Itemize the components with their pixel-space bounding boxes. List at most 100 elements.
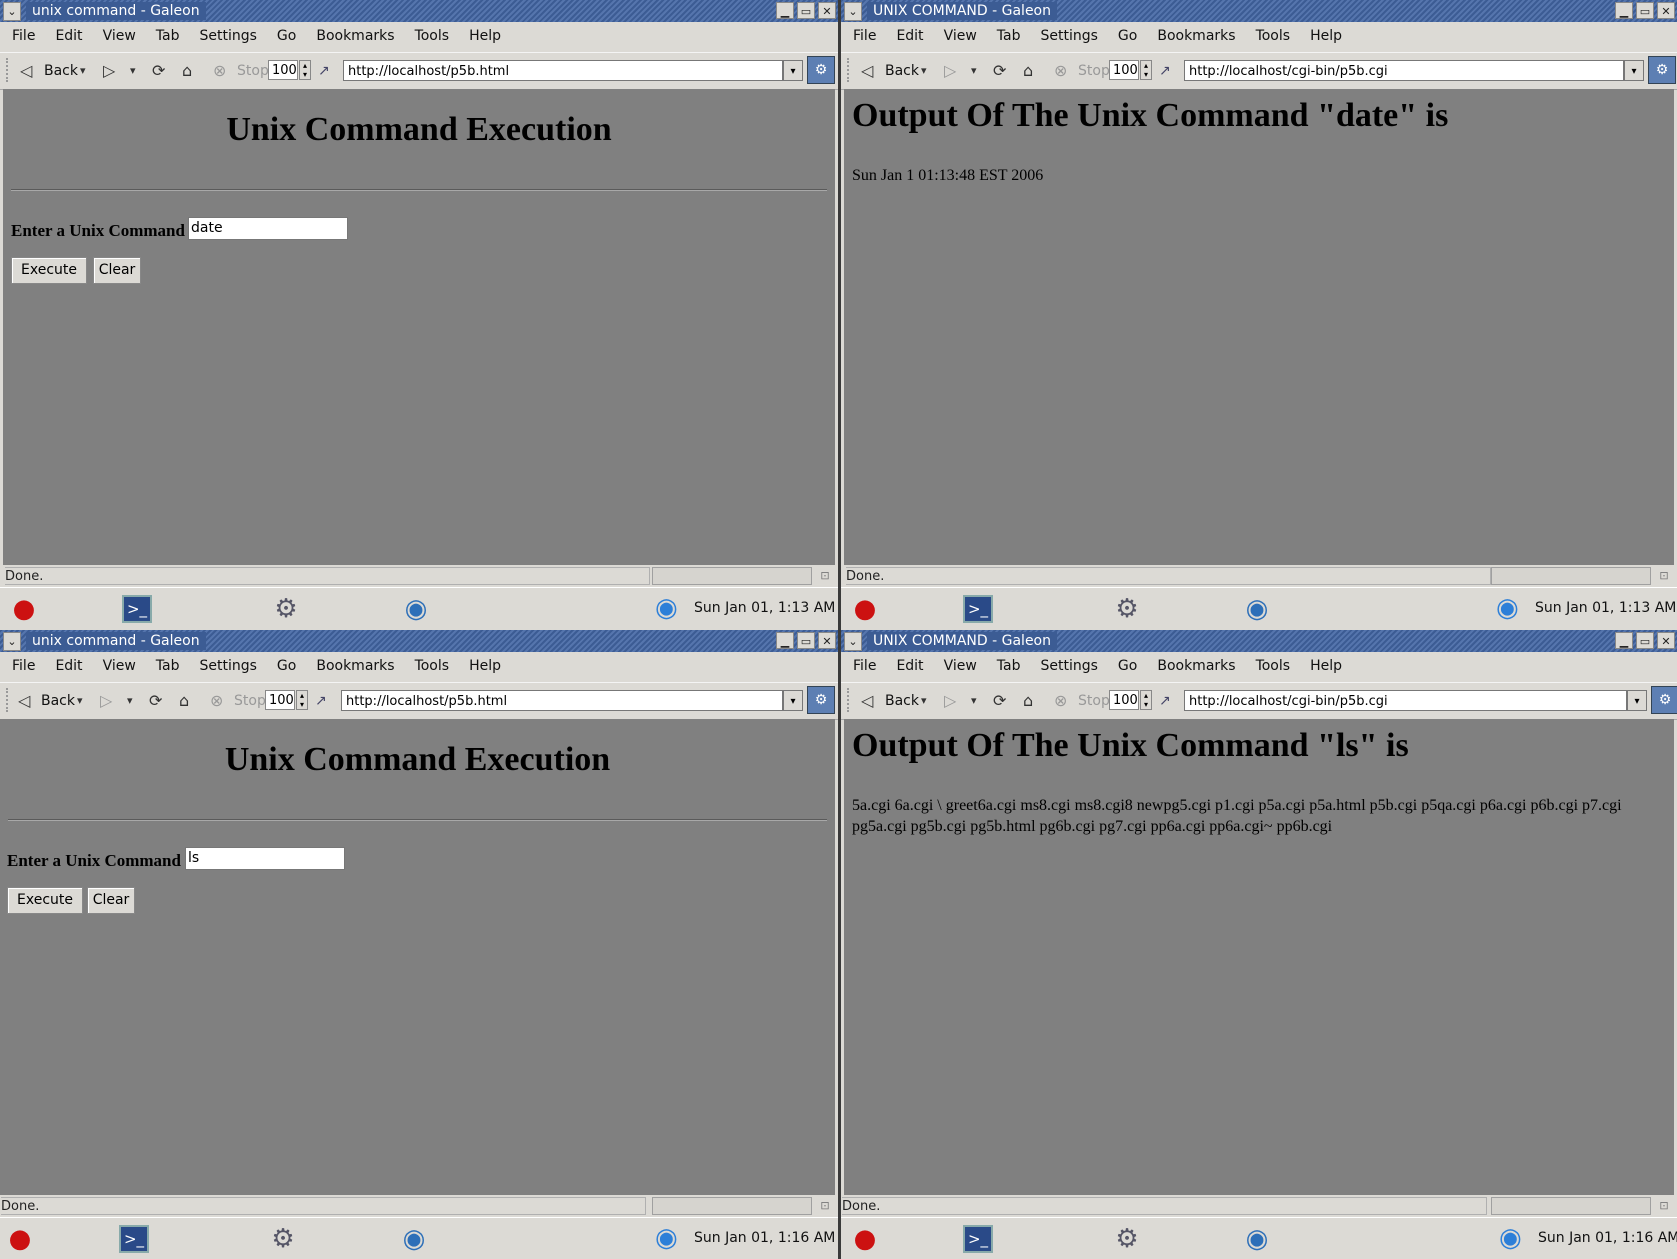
menu-tab[interactable]: Tab bbox=[156, 28, 180, 44]
execute-button[interactable]: Execute bbox=[7, 887, 83, 914]
back-icon[interactable]: ◁ bbox=[861, 61, 873, 81]
terminal-icon[interactable]: >_ bbox=[963, 595, 993, 623]
menu-help[interactable]: Help bbox=[1310, 28, 1342, 44]
url-input[interactable]: http://localhost/p5b.html bbox=[341, 690, 783, 711]
menu-go[interactable]: Go bbox=[1118, 658, 1137, 674]
panel-clock[interactable]: Sun Jan 01, 1:16 AM bbox=[694, 1230, 835, 1246]
zoom-spinner[interactable]: ▴ ▾ bbox=[296, 690, 308, 710]
zoom-field[interactable]: 100 bbox=[1109, 60, 1139, 80]
settings-gear-icon[interactable]: ⚙ bbox=[1109, 1222, 1145, 1256]
url-history-dropdown-icon[interactable]: ▾ bbox=[783, 690, 803, 711]
minimize-icon[interactable]: ▁ bbox=[1615, 2, 1633, 19]
menu-edit[interactable]: Edit bbox=[896, 658, 923, 674]
window-menu-icon[interactable]: ⌄ bbox=[844, 632, 862, 651]
maximize-icon[interactable]: ▭ bbox=[797, 2, 815, 19]
web-browser-icon[interactable]: ◉ bbox=[1239, 592, 1275, 626]
zoom-spinner[interactable]: ▴ ▾ bbox=[1140, 690, 1152, 710]
zoom-field[interactable]: 100 bbox=[265, 690, 295, 710]
stop-icon[interactable]: ⊗ bbox=[210, 691, 223, 711]
stop-icon[interactable]: ⊗ bbox=[213, 61, 226, 81]
web-browser-icon[interactable]: ◉ bbox=[398, 592, 434, 626]
menu-tools[interactable]: Tools bbox=[415, 658, 450, 674]
close-icon[interactable]: ✕ bbox=[1657, 2, 1675, 19]
settings-gear-icon[interactable]: ⚙ bbox=[1109, 592, 1145, 626]
menu-view[interactable]: View bbox=[103, 28, 136, 44]
web-browser-icon[interactable]: ◉ bbox=[396, 1222, 432, 1256]
forward-icon[interactable]: ▷ bbox=[103, 61, 115, 81]
terminal-icon[interactable]: >_ bbox=[122, 595, 152, 623]
url-history-dropdown-icon[interactable]: ▾ bbox=[1624, 60, 1644, 81]
maximize-icon[interactable]: ▭ bbox=[797, 632, 815, 649]
stop-icon[interactable]: ⊗ bbox=[1054, 691, 1067, 711]
zoom-spinner[interactable]: ▴ ▾ bbox=[1140, 60, 1152, 80]
minimize-icon[interactable]: ▁ bbox=[1615, 632, 1633, 649]
reload-icon[interactable]: ⟳ bbox=[993, 691, 1006, 711]
menu-tab[interactable]: Tab bbox=[156, 658, 180, 674]
window-menu-icon[interactable]: ⌄ bbox=[3, 632, 21, 651]
menu-file[interactable]: File bbox=[12, 28, 35, 44]
home-icon[interactable]: ⌂ bbox=[182, 61, 192, 81]
forward-history-dropdown-icon[interactable]: ▾ bbox=[127, 691, 133, 711]
menu-bookmarks[interactable]: Bookmarks bbox=[316, 28, 394, 44]
stop-button[interactable]: Stop bbox=[1078, 63, 1110, 79]
back-icon[interactable]: ◁ bbox=[861, 691, 873, 711]
forward-icon[interactable]: ▷ bbox=[944, 61, 956, 81]
go-icon[interactable]: ↗ bbox=[315, 691, 327, 711]
toolbar-grip[interactable] bbox=[847, 58, 853, 82]
menu-edit[interactable]: Edit bbox=[55, 658, 82, 674]
menu-bookmarks[interactable]: Bookmarks bbox=[1157, 658, 1235, 674]
menu-tab[interactable]: Tab bbox=[997, 28, 1021, 44]
menu-tools[interactable]: Tools bbox=[1256, 28, 1291, 44]
url-input[interactable]: http://localhost/cgi-bin/p5b.cgi bbox=[1184, 690, 1627, 711]
terminal-icon[interactable]: >_ bbox=[963, 1225, 993, 1253]
menu-help[interactable]: Help bbox=[1310, 658, 1342, 674]
menu-settings[interactable]: Settings bbox=[200, 658, 257, 674]
settings-gear-icon[interactable]: ⚙ bbox=[265, 1222, 301, 1256]
maximize-icon[interactable]: ▭ bbox=[1636, 2, 1654, 19]
menu-tools[interactable]: Tools bbox=[415, 28, 450, 44]
back-history-dropdown-icon[interactable]: ▾ bbox=[77, 691, 83, 711]
terminal-icon[interactable]: >_ bbox=[119, 1225, 149, 1253]
menu-file[interactable]: File bbox=[12, 658, 35, 674]
command-input[interactable]: date bbox=[188, 217, 348, 240]
url-history-dropdown-icon[interactable]: ▾ bbox=[783, 60, 803, 81]
close-icon[interactable]: ✕ bbox=[1657, 632, 1675, 649]
menu-go[interactable]: Go bbox=[277, 28, 296, 44]
forward-icon[interactable]: ▷ bbox=[944, 691, 956, 711]
home-icon[interactable]: ⌂ bbox=[179, 691, 189, 711]
stop-icon[interactable]: ⊗ bbox=[1054, 61, 1067, 81]
clear-button[interactable]: Clear bbox=[93, 257, 141, 284]
redhat-menu-icon[interactable]: ● bbox=[2, 1222, 38, 1256]
back-button[interactable]: Back bbox=[885, 693, 919, 709]
toolbar-grip[interactable] bbox=[6, 688, 12, 712]
forward-history-dropdown-icon[interactable]: ▾ bbox=[971, 61, 977, 81]
reload-icon[interactable]: ⟳ bbox=[152, 61, 165, 81]
execute-button[interactable]: Execute bbox=[11, 257, 87, 284]
minimize-icon[interactable]: ▁ bbox=[776, 632, 794, 649]
back-button[interactable]: Back bbox=[44, 63, 78, 79]
menu-tab[interactable]: Tab bbox=[997, 658, 1021, 674]
menu-settings[interactable]: Settings bbox=[1041, 28, 1098, 44]
back-history-dropdown-icon[interactable]: ▾ bbox=[80, 61, 86, 81]
back-history-dropdown-icon[interactable]: ▾ bbox=[921, 61, 927, 81]
menu-view[interactable]: View bbox=[944, 658, 977, 674]
back-button[interactable]: Back bbox=[41, 693, 75, 709]
settings-gear-icon[interactable]: ⚙ bbox=[268, 592, 304, 626]
stop-button[interactable]: Stop bbox=[234, 693, 266, 709]
back-icon[interactable]: ◁ bbox=[18, 691, 30, 711]
maximize-icon[interactable]: ▭ bbox=[1636, 632, 1654, 649]
forward-icon[interactable]: ▷ bbox=[100, 691, 112, 711]
forward-history-dropdown-icon[interactable]: ▾ bbox=[971, 691, 977, 711]
menu-bookmarks[interactable]: Bookmarks bbox=[1157, 28, 1235, 44]
reload-icon[interactable]: ⟳ bbox=[149, 691, 162, 711]
menu-file[interactable]: File bbox=[853, 658, 876, 674]
zoom-spinner[interactable]: ▴ ▾ bbox=[299, 60, 311, 80]
toolbar-grip[interactable] bbox=[847, 688, 853, 712]
zoom-field[interactable]: 100 bbox=[268, 60, 298, 80]
forward-history-dropdown-icon[interactable]: ▾ bbox=[130, 61, 136, 81]
panel-clock[interactable]: Sun Jan 01, 1:13 AM bbox=[1535, 600, 1676, 616]
command-input[interactable]: ls bbox=[185, 847, 345, 870]
url-input[interactable]: http://localhost/cgi-bin/p5b.cgi bbox=[1184, 60, 1624, 81]
menu-go[interactable]: Go bbox=[277, 658, 296, 674]
menu-edit[interactable]: Edit bbox=[896, 28, 923, 44]
